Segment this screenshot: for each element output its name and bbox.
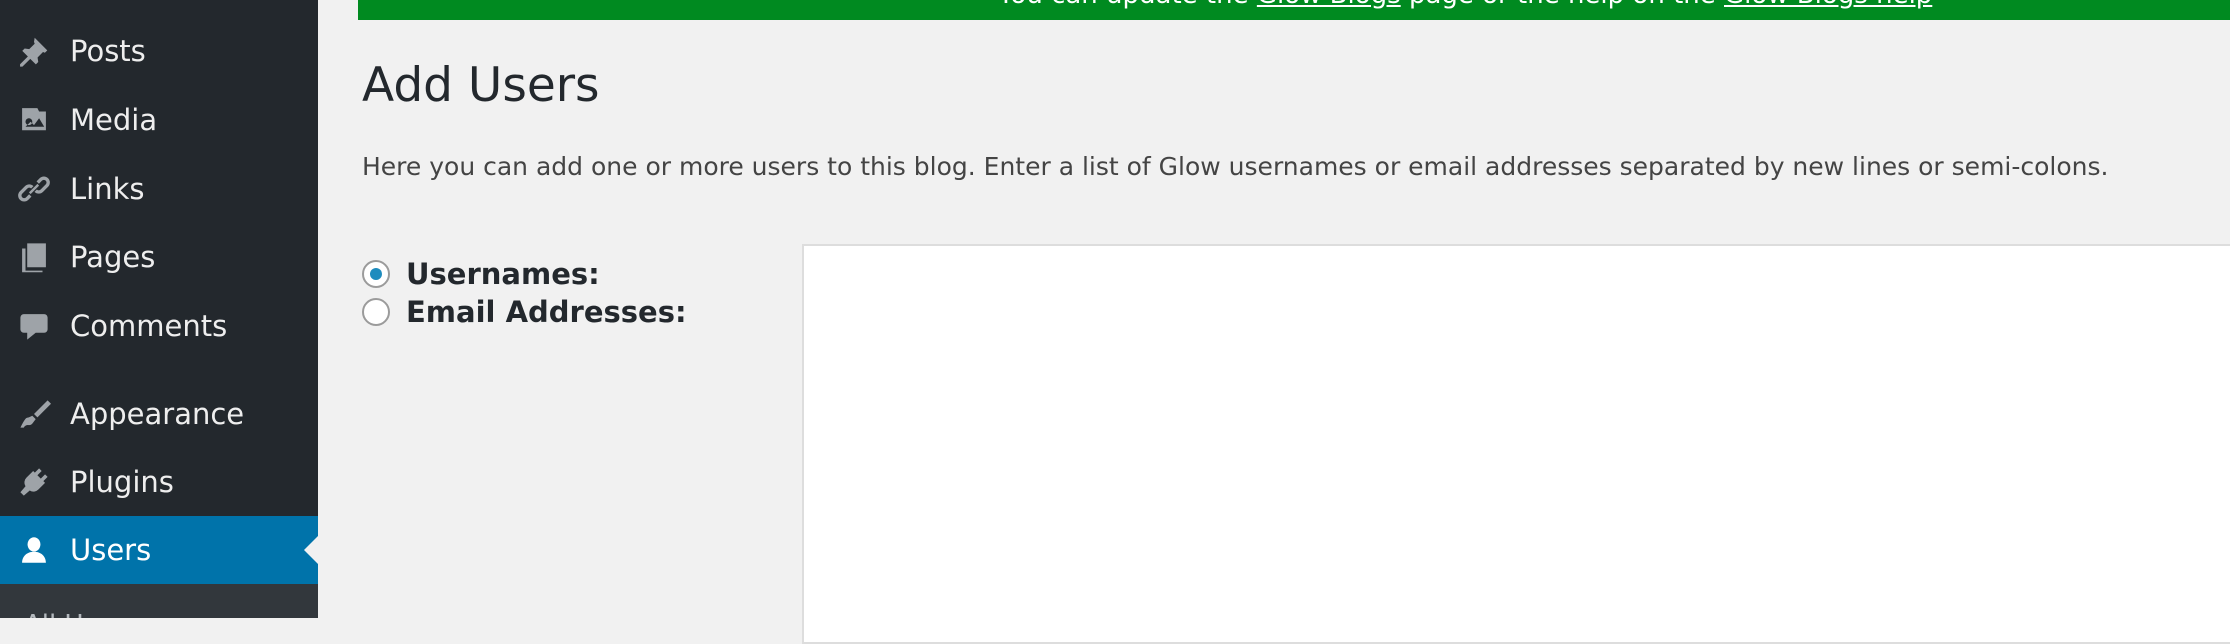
sidebar-item-label: Links: [70, 172, 145, 206]
sidebar-item-media[interactable]: Media: [0, 86, 318, 154]
email-addresses-radio[interactable]: [362, 298, 390, 326]
option-email-addresses[interactable]: Email Addresses:: [362, 295, 687, 329]
user-icon: [16, 532, 52, 568]
sidebar-item-links[interactable]: Links: [0, 155, 318, 223]
sidebar-item-users[interactable]: Users: [0, 516, 318, 584]
plug-icon: [16, 464, 52, 500]
paintbrush-icon: [16, 396, 52, 432]
sidebar-item-label: Users: [70, 533, 152, 567]
sidebar-item-label: Posts: [70, 34, 146, 68]
usernames-radio[interactable]: [362, 260, 390, 288]
users-submenu: All Users: [0, 584, 318, 618]
option-usernames[interactable]: Usernames:: [362, 257, 600, 291]
sidebar-item-label: Appearance: [70, 397, 245, 431]
users-textarea[interactable]: [802, 244, 2230, 644]
media-icon: [16, 102, 52, 138]
notice-help-link[interactable]: Glow Blogs help: [1724, 0, 1932, 10]
comment-icon: [16, 308, 52, 344]
sidebar-item-comments[interactable]: Comments: [0, 292, 318, 360]
sidebar-item-pages[interactable]: Pages: [0, 223, 318, 291]
pushpin-icon: [16, 33, 52, 69]
page-description: Here you can add one or more users to th…: [362, 152, 2109, 181]
sidebar-item-appearance[interactable]: Appearance: [0, 380, 318, 448]
email-addresses-label: Email Addresses:: [406, 295, 687, 329]
current-menu-pointer: [304, 536, 318, 564]
link-icon: [16, 171, 52, 207]
sidebar-item-label: Pages: [70, 240, 156, 274]
sidebar-item-plugins[interactable]: Plugins: [0, 448, 318, 516]
usernames-label: Usernames:: [406, 257, 600, 291]
notice-text: You can update the Glow Blogs page or th…: [998, 0, 1932, 10]
notice-bar: You can update the Glow Blogs page or th…: [358, 0, 2230, 20]
page-title: Add Users: [362, 58, 600, 113]
sidebar-item-label: Plugins: [70, 465, 174, 499]
notice-link[interactable]: Glow Blogs: [1257, 0, 1401, 10]
sidebar-item-label: Media: [70, 103, 158, 137]
sidebar-item-label: Comments: [70, 309, 228, 343]
sidebar-item-posts[interactable]: Posts: [0, 17, 318, 85]
submenu-item-all-users[interactable]: All Users: [24, 610, 137, 618]
admin-sidebar: Posts Media Links Pages Comments Appeara…: [0, 0, 318, 618]
pages-icon: [16, 239, 52, 275]
